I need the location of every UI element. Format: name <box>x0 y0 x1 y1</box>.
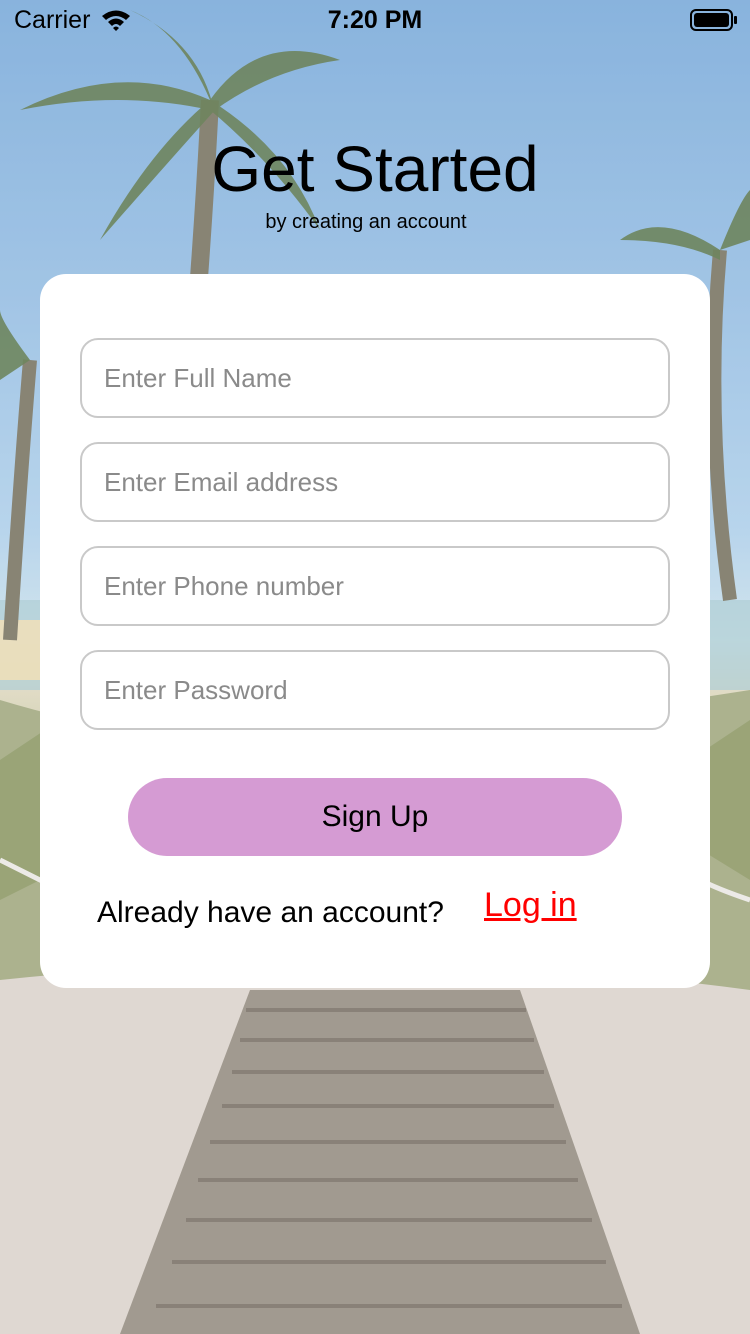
page-title: Get Started <box>211 133 539 205</box>
email-input[interactable] <box>82 444 644 520</box>
signup-card: Sign Up Already have an account? Log in <box>40 274 710 988</box>
email-field[interactable] <box>80 442 670 522</box>
signup-button[interactable]: Sign Up <box>128 778 622 856</box>
password-input[interactable] <box>82 652 644 728</box>
full-name-field[interactable] <box>80 338 670 418</box>
password-field[interactable] <box>80 650 670 730</box>
phone-field[interactable] <box>80 546 670 626</box>
full-name-input[interactable] <box>82 340 644 416</box>
battery-full-icon <box>690 9 737 31</box>
status-time: 7:20 PM <box>327 6 423 34</box>
phone-input[interactable] <box>82 548 644 624</box>
login-link[interactable]: Log in <box>484 886 577 925</box>
login-row: Already have an account? Log in <box>97 886 657 942</box>
login-prompt: Already have an account? <box>97 896 444 929</box>
status-bar: Carrier 7:20 PM <box>0 0 750 40</box>
page-subtitle: by creating an account <box>265 211 467 233</box>
